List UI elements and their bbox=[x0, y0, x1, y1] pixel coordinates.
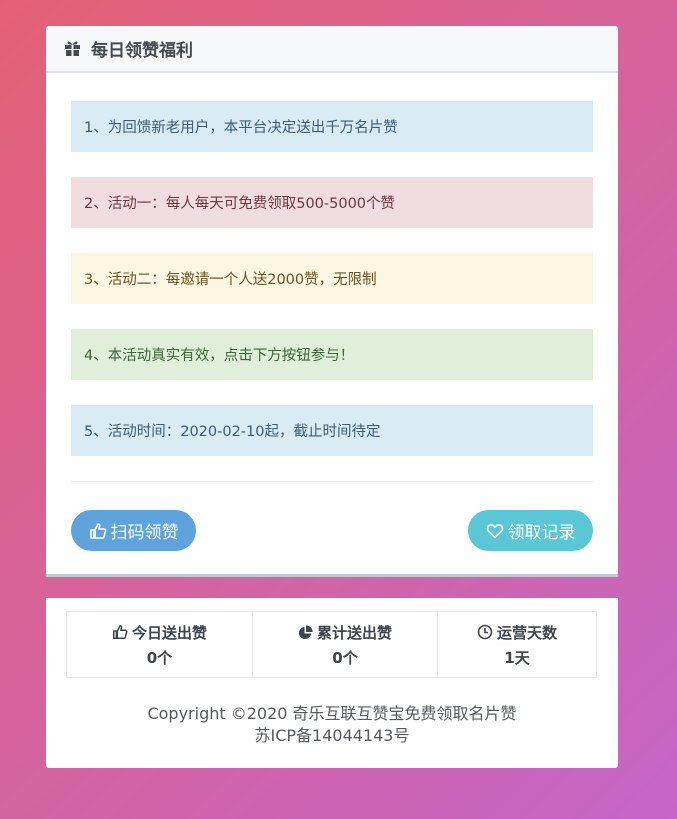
thumbs-up-icon bbox=[113, 625, 128, 639]
gift-icon bbox=[65, 41, 80, 56]
panel-title: 每日领赞福利 bbox=[91, 41, 193, 61]
footer: Copyright ©2020 奇乐互联互赞宝免费领取名片赞 苏ICP备1404… bbox=[46, 703, 618, 747]
stat-value: 0个 bbox=[332, 648, 358, 667]
stat-days: 运营天数 1天 bbox=[437, 612, 596, 677]
stat-today: 今日送出赞 0个 bbox=[67, 612, 252, 677]
icp-text: 苏ICP备14044143号 bbox=[254, 726, 410, 745]
stat-label: 运营天数 bbox=[496, 623, 557, 642]
scan-claim-button[interactable]: 扫码领赞 bbox=[71, 510, 196, 551]
stats-panel: 今日送出赞 0个 累计送出赞 0个 运营天数 1天 Copyright ©202… bbox=[46, 598, 618, 768]
panel-header: 每日领赞福利 bbox=[46, 26, 618, 73]
divider bbox=[71, 481, 593, 482]
stat-total: 累计送出赞 0个 bbox=[252, 612, 437, 677]
copyright-text: Copyright ©2020 奇乐互联互赞宝免费领取名片赞 bbox=[147, 704, 517, 723]
notice-item: 5、活动时间：2020-02-10起，截止时间待定 bbox=[71, 405, 593, 456]
notice-item: 2、活动一：每人每天可免费领取500-5000个赞 bbox=[71, 177, 593, 228]
stat-value: 0个 bbox=[146, 648, 173, 667]
notice-item: 4、本活动真实有效，点击下方按钮参与！ bbox=[71, 329, 593, 380]
welfare-panel: 每日领赞福利 1、为回馈新老用户，本平台决定送出千万名片赞 2、活动一：每人每天… bbox=[46, 26, 618, 574]
stats-row: 今日送出赞 0个 累计送出赞 0个 运营天数 1天 bbox=[66, 611, 597, 678]
stat-label: 今日送出赞 bbox=[131, 623, 207, 642]
stat-value: 1天 bbox=[504, 648, 530, 667]
scan-claim-label: 扫码领赞 bbox=[110, 523, 179, 543]
clock-icon bbox=[477, 624, 493, 640]
thumbs-up-icon bbox=[89, 522, 106, 539]
pie-chart-icon bbox=[298, 624, 313, 639]
heart-icon bbox=[486, 523, 503, 538]
stat-label: 累计送出赞 bbox=[316, 623, 392, 642]
claim-records-button[interactable]: 领取记录 bbox=[468, 510, 593, 551]
notice-item: 3、活动二：每邀请一个人送2000赞，无限制 bbox=[71, 253, 593, 304]
notice-item: 1、为回馈新老用户，本平台决定送出千万名片赞 bbox=[71, 101, 593, 152]
claim-records-label: 领取记录 bbox=[507, 523, 576, 543]
